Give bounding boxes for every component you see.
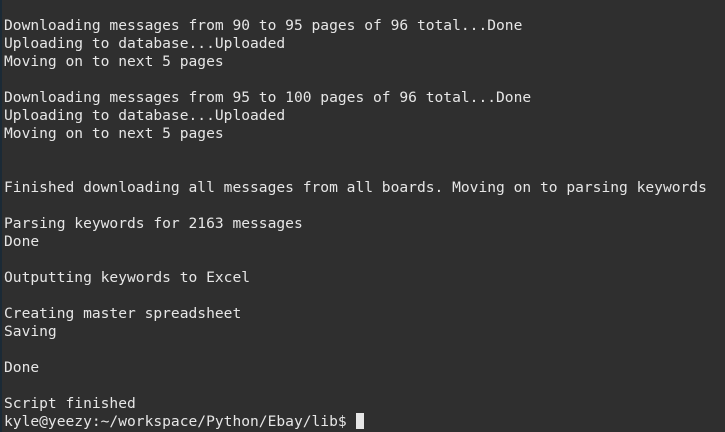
text-cursor: [356, 413, 365, 429]
output-line: Script finished: [4, 395, 136, 412]
output-line: Outputting keywords to Excel: [4, 269, 251, 286]
output-line: Parsing keywords for 2163 messages: [4, 215, 303, 232]
output-line: Moving on to next 5 pages: [4, 125, 224, 142]
shell-prompt: kyle@yeezy:~/workspace/Python/Ebay/lib$: [4, 413, 347, 430]
terminal-window[interactable]: Downloading messages from 90 to 95 pages…: [0, 0, 725, 432]
window-edge: [0, 0, 2, 432]
output-line: Uploading to database...Uploaded: [4, 35, 286, 52]
prompt-line[interactable]: kyle@yeezy:~/workspace/Python/Ebay/lib$: [4, 413, 707, 431]
output-line: Done: [4, 359, 40, 376]
output-line: Downloading messages from 90 to 95 pages…: [4, 17, 523, 34]
output-line: Downloading messages from 95 to 100 page…: [4, 89, 532, 106]
output-line: Finished downloading all messages from a…: [4, 179, 707, 196]
output-line: Done: [4, 233, 40, 250]
output-line: Saving: [4, 323, 57, 340]
output-line: Moving on to next 5 pages: [4, 53, 224, 70]
output-line: Uploading to database...Uploaded: [4, 107, 286, 124]
terminal-output: Downloading messages from 90 to 95 pages…: [4, 17, 707, 431]
output-line: Creating master spreadsheet: [4, 305, 242, 322]
